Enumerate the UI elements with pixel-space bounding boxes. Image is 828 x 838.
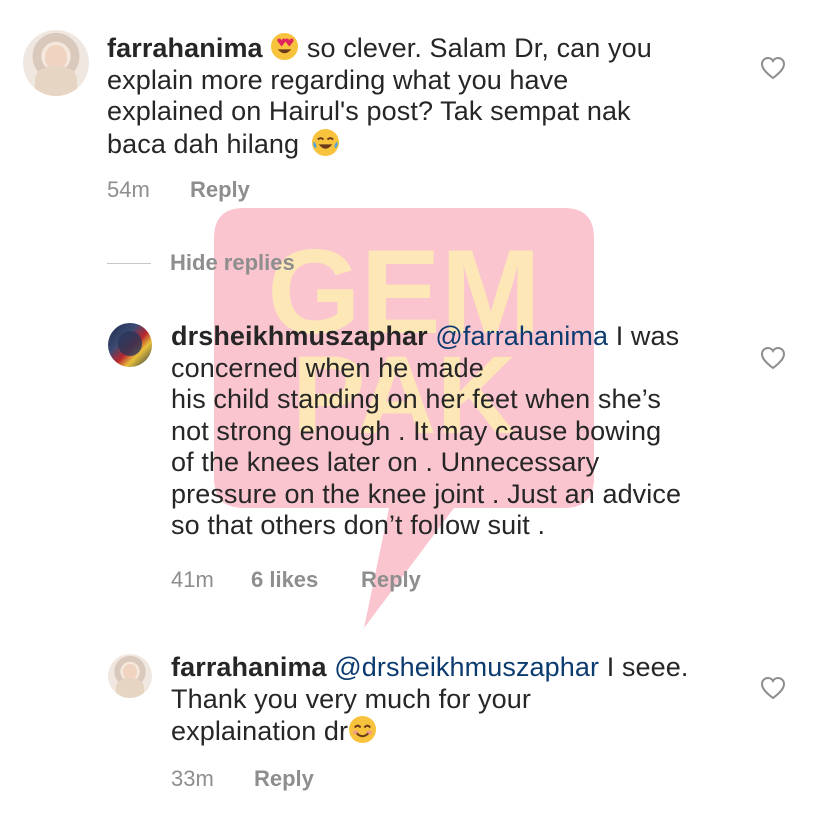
reply-text-line1: I was <box>615 321 680 351</box>
avatar[interactable] <box>23 30 89 96</box>
reply-text-line: concerned when he made <box>171 352 484 383</box>
comment-text-line3: explained on Hairul's post? Tak sempat n… <box>107 96 631 126</box>
comment-body: farrahanima so clever. Salam Dr, can you… <box>107 32 747 160</box>
comment-text-line4: baca dah hilang <box>107 128 300 159</box>
reply-text-line1: I seee. <box>606 652 689 682</box>
likes-count[interactable]: 6 likes <box>251 567 318 593</box>
reply-time: 41m <box>171 567 214 592</box>
like-heart-icon[interactable] <box>760 676 786 700</box>
reply-username[interactable]: farrahanima <box>171 652 327 682</box>
smiling-eyes-emoji <box>349 715 377 744</box>
heart-eyes-emoji <box>271 32 299 61</box>
reply-body: farrahanima @drsheikhmuszaphar I seee. T… <box>171 652 751 748</box>
hide-replies-button[interactable]: Hide replies <box>170 250 295 276</box>
avatar[interactable] <box>108 654 152 698</box>
replies-divider <box>107 263 151 264</box>
comment-time: 54m <box>107 177 150 202</box>
reply-text-line: of the knees later on . Unnecessary <box>171 447 600 477</box>
like-heart-icon[interactable] <box>760 346 786 370</box>
comment-text-line2: explain more regarding what you have <box>107 64 569 95</box>
avatar[interactable] <box>108 323 152 367</box>
reply-button[interactable]: Reply <box>361 567 421 593</box>
reply-text-line: pressure on the knee joint . Just an adv… <box>171 478 682 509</box>
reply-text-line3: explaination dr <box>171 716 349 746</box>
reply-text-line: so that others don’t follow suit . <box>171 510 546 540</box>
reply-text-line2: Thank you very much for your <box>171 683 531 714</box>
mention-link[interactable]: @drsheikhmuszaphar <box>334 652 599 682</box>
tears-of-joy-emoji <box>311 128 339 156</box>
reply-body: drsheikhmuszaphar @farrahanima I was con… <box>171 321 751 542</box>
mention-link[interactable]: @farrahanima <box>435 321 608 351</box>
like-heart-icon[interactable] <box>760 56 786 80</box>
comment-username[interactable]: farrahanima <box>107 33 263 63</box>
reply-button[interactable]: Reply <box>190 177 250 203</box>
reply-username[interactable]: drsheikhmuszaphar <box>171 321 428 351</box>
reply-button[interactable]: Reply <box>254 766 314 792</box>
reply-text-line: his child standing on her feet when she’… <box>171 384 661 414</box>
reply-text-line: not strong enough . It may cause bowing <box>171 415 662 446</box>
comment-text-line1: so clever. Salam Dr, can you <box>306 33 652 63</box>
reply-time: 33m <box>171 766 214 791</box>
